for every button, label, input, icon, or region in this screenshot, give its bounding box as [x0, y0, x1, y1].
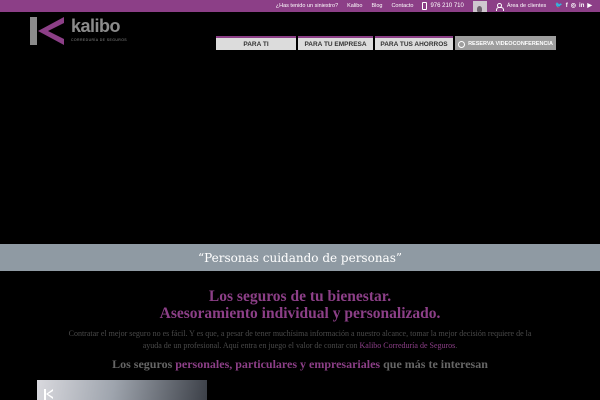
instagram-icon[interactable]: ◎ — [571, 3, 576, 9]
quote-text: “Personas cuidando de personas” — [198, 250, 402, 265]
users-icon — [495, 2, 504, 11]
subheadline-accent: personales, particulares y empresariales — [175, 357, 381, 371]
intro-text: Contratar el mejor seguro no es fácil. Y… — [68, 329, 532, 350]
kalibo-k-watermark-icon — [44, 389, 53, 400]
intro-end: . — [455, 341, 458, 350]
subheadline-post: que más te interesan — [380, 357, 488, 371]
nav-para-tus-ahorros[interactable]: PARA TUS AHORROS — [375, 36, 453, 50]
logo-name: kalibo — [71, 16, 121, 36]
nav-para-ti[interactable]: PARA TI — [216, 36, 296, 50]
intro-paragraph: Contratar el mejor seguro no es fácil. Y… — [66, 328, 534, 352]
contacto-link[interactable]: Contacto — [391, 3, 413, 9]
main-headline: Los seguros de tu bienestar. Asesoramien… — [0, 288, 600, 322]
phone-number: 976 210 710 — [430, 3, 464, 9]
siniestro-link[interactable]: ¿Has tenido un siniestro? — [276, 3, 338, 9]
nav-para-tu-empresa[interactable]: PARA TU EMPRESA — [298, 36, 373, 50]
linkedin-icon[interactable]: in — [579, 3, 584, 9]
agent-photo-icon — [477, 5, 483, 12]
videocall-icon — [458, 40, 466, 48]
main-nav: PARA TI PARA TU EMPRESA PARA TUS AHORROS… — [216, 36, 556, 50]
phone-link[interactable]: 976 210 710 — [422, 2, 464, 10]
reserva-videoconferencia-button[interactable]: RESERVA VIDEOCONFERENCIA — [455, 36, 556, 50]
quote-band: “Personas cuidando de personas” — [0, 244, 600, 271]
kalibo-k-icon — [30, 17, 64, 45]
logo-subtitle: CORREDURÍA DE SEGUROS — [71, 38, 128, 42]
facebook-icon[interactable]: f — [566, 3, 568, 9]
kalibo-logo[interactable]: kalibo CORREDURÍA DE SEGUROS — [28, 16, 148, 46]
blog-link[interactable]: Blog — [371, 3, 382, 9]
reserva-videoconferencia-label: RESERVA VIDEOCONFERENCIA — [468, 41, 553, 47]
insurance-card-image[interactable] — [37, 380, 207, 400]
area-clientes-label: Área de clientes — [506, 3, 547, 9]
section-subheadline: Los seguros personales, particulares y e… — [0, 357, 600, 372]
headline-line-2: Asesoramiento individual y personalizado… — [159, 305, 441, 322]
hero-banner — [0, 52, 600, 244]
phone-icon — [422, 2, 428, 10]
area-clientes-link[interactable]: Área de clientes — [495, 2, 547, 11]
youtube-icon[interactable]: ▶ — [587, 3, 592, 9]
agent-avatar[interactable] — [472, 0, 487, 12]
kalibo-brand-link[interactable]: Kalibo Correduría de Seguros — [360, 341, 456, 350]
social-links: 🐦 f ◎ in ▶ — [555, 3, 592, 9]
twitter-icon[interactable]: 🐦 — [555, 3, 562, 9]
subheadline-pre: Los seguros — [112, 357, 176, 371]
top-utility-bar: ¿Has tenido un siniestro? Kalibo Blog Co… — [0, 0, 600, 12]
headline-line-1: Los seguros de tu bienestar. — [208, 288, 392, 305]
kalibo-link[interactable]: Kalibo — [347, 3, 362, 9]
